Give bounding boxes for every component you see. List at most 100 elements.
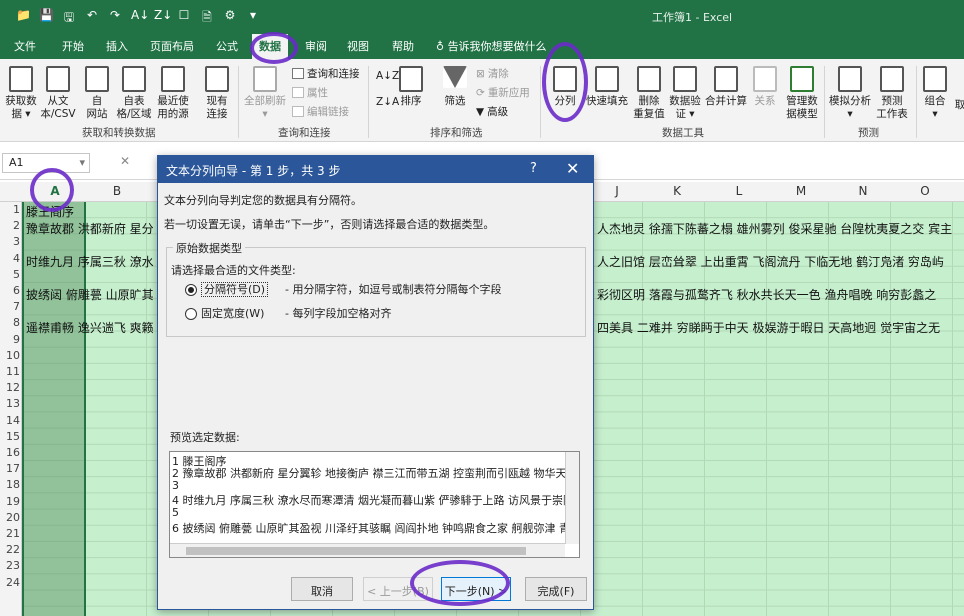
row-header[interactable]: 16 xyxy=(0,446,20,459)
settings-icon[interactable]: ⚙ xyxy=(223,8,237,29)
open-icon[interactable]: 📁 xyxy=(16,8,31,29)
row-header[interactable]: 10 xyxy=(0,349,20,362)
column-header-o[interactable]: O xyxy=(894,184,956,198)
queries-icon xyxy=(292,68,304,79)
column-header-m[interactable]: M xyxy=(770,184,832,198)
filter-button[interactable]: 筛选 xyxy=(442,66,468,108)
tab-insert[interactable]: 插入 xyxy=(106,38,128,54)
cell-row4-left[interactable]: 时维九月 序属三秋 潦水 xyxy=(26,253,154,270)
tab-view[interactable]: 视图 xyxy=(347,38,369,54)
column-header-i[interactable]: J xyxy=(586,184,648,198)
properties-button[interactable]: 属性 xyxy=(292,85,328,100)
row-header[interactable]: 21 xyxy=(0,527,20,540)
finish-button[interactable]: 完成(F) xyxy=(525,577,587,601)
forecast-sheet-button[interactable]: 预测 工作表 xyxy=(874,66,910,121)
cell-row2-right[interactable]: 人杰地灵 徐孺下陈蕃之榻 雄州雾列 俊采星驰 台隍枕夷夏之交 宾主 xyxy=(597,220,952,237)
preview-horizontal-scrollbar[interactable] xyxy=(170,543,565,557)
sort-za-button[interactable]: Z↓A xyxy=(376,96,399,108)
row-header[interactable]: 23 xyxy=(0,559,20,572)
row-header[interactable]: 24 xyxy=(0,576,20,589)
cancel-button[interactable]: 取消 xyxy=(291,577,353,601)
fixed-width-radio[interactable]: 固定宽度(W) xyxy=(185,305,264,321)
consolidate-button[interactable]: 合并计算 xyxy=(704,66,748,108)
tab-file[interactable]: 文件 xyxy=(14,38,36,54)
clear-button[interactable]: ⊠ 清除 xyxy=(476,66,509,81)
row-header[interactable]: 15 xyxy=(0,430,20,443)
recent-sources-button[interactable]: 最近使 用的源 xyxy=(156,66,190,121)
cancel-entry-icon[interactable]: ✕ xyxy=(120,154,130,168)
row-header[interactable]: 17 xyxy=(0,462,20,475)
close-icon[interactable]: ✕ xyxy=(566,159,579,178)
row-header[interactable]: 12 xyxy=(0,381,20,394)
sort-button[interactable]: 排序 xyxy=(398,66,424,108)
from-table-button[interactable]: 自表 格/区域 xyxy=(116,66,152,121)
sort-desc-icon[interactable]: Z↓ xyxy=(154,8,172,29)
row-header[interactable]: 20 xyxy=(0,511,20,524)
what-if-button[interactable]: 模拟分析 ▾ xyxy=(828,66,872,121)
get-data-button[interactable]: 获取数 据 ▾ xyxy=(4,66,38,121)
customize-qat-icon[interactable]: ▾ xyxy=(246,8,260,29)
row-header[interactable]: 1 xyxy=(0,203,20,216)
sort-az-button[interactable]: A↓Z xyxy=(376,70,399,82)
data-model-button[interactable]: 管理数 据模型 xyxy=(784,66,820,121)
tab-home[interactable]: 开始 xyxy=(62,38,84,54)
row-header[interactable]: 9 xyxy=(0,333,20,346)
delimited-radio[interactable]: 分隔符号(D) xyxy=(185,281,269,297)
advanced-button[interactable]: ▼ 高级 xyxy=(476,104,508,119)
scroll-thumb[interactable] xyxy=(186,547,526,555)
remove-duplicates-button[interactable]: 删除 重复值 xyxy=(632,66,666,121)
help-button[interactable]: ? xyxy=(530,161,537,176)
cell-row6-left[interactable]: 披绣闼 俯雕甍 山原旷其 xyxy=(26,286,154,303)
sort-asc-icon[interactable]: A↓ xyxy=(131,8,149,29)
row-header[interactable]: 4 xyxy=(0,252,20,265)
from-web-button[interactable]: 自 网站 xyxy=(82,66,112,121)
flash-fill-button[interactable]: 快速填充 xyxy=(585,66,629,108)
row-header[interactable]: 5 xyxy=(0,268,20,281)
undo-icon[interactable]: ↶ xyxy=(85,8,99,29)
row-header[interactable]: 11 xyxy=(0,365,20,378)
row-header[interactable]: 3 xyxy=(0,235,20,248)
row-header[interactable]: 6 xyxy=(0,284,20,297)
refresh-all-button[interactable]: 全部刷新 ▾ xyxy=(243,66,287,121)
row-header[interactable]: 2 xyxy=(0,219,20,232)
relationships-button[interactable]: 关系 xyxy=(752,66,778,108)
preview-line: 2 豫章故郡 洪都新府 星分翼轸 地接衡庐 襟三江而带五湖 控蛮荆而引瓯越 物华… xyxy=(172,467,578,480)
print-preview-icon[interactable]: 🗎 xyxy=(200,8,214,29)
touch-mode-icon[interactable]: ☐ xyxy=(177,8,191,29)
row-header[interactable]: 7 xyxy=(0,300,20,313)
column-header-b[interactable]: B xyxy=(86,184,148,198)
tell-me-search[interactable]: ♁ 告诉我你想要做什么 xyxy=(436,38,547,54)
row-header[interactable]: 13 xyxy=(0,397,20,410)
cell-row2-left[interactable]: 豫章故郡 洪都新府 星分 xyxy=(26,220,154,237)
ungroup-button[interactable]: 取 xyxy=(954,99,964,112)
existing-connections-button[interactable]: 现有 连接 xyxy=(204,66,230,121)
column-header-k[interactable]: K xyxy=(646,184,708,198)
row-header[interactable]: 14 xyxy=(0,414,20,427)
data-validation-button[interactable]: 数据验 证 ▾ xyxy=(668,66,702,121)
cell-row6-right[interactable]: 彩彻区明 落霞与孤鹜齐飞 秋水共长天一色 渔舟唱晚 响穷彭蠡之 xyxy=(597,286,936,303)
row-header[interactable]: 22 xyxy=(0,543,20,556)
cell-row8-right[interactable]: 四美具 二难并 穷睇眄于中天 极娱游于暇日 天高地迥 觉宇宙之无 xyxy=(597,319,940,336)
tab-review[interactable]: 审阅 xyxy=(305,38,327,54)
from-csv-button[interactable]: 从文 本/CSV xyxy=(40,66,76,121)
globe-icon xyxy=(85,66,109,92)
row-header[interactable]: 18 xyxy=(0,478,20,491)
cell-row4-right[interactable]: 人之旧馆 层峦耸翠 上出重霄 飞阁流丹 下临无地 鹤汀凫渚 穷岛屿 xyxy=(597,253,944,270)
tab-help[interactable]: 帮助 xyxy=(392,38,414,54)
redo-icon[interactable]: ↷ xyxy=(108,8,122,29)
column-header-l[interactable]: L xyxy=(708,184,770,198)
preview-vertical-scrollbar[interactable] xyxy=(565,452,579,544)
column-header-n[interactable]: N xyxy=(832,184,894,198)
row-header[interactable]: 19 xyxy=(0,495,20,508)
save-as-icon[interactable]: 🖫 xyxy=(62,8,76,29)
group-button[interactable]: 组合 ▾ xyxy=(922,66,948,121)
edit-links-button[interactable]: 编辑链接 xyxy=(292,104,349,119)
reapply-button[interactable]: ⟳ 重新应用 xyxy=(476,85,530,100)
row-header[interactable]: 8 xyxy=(0,316,20,329)
queries-connections-button[interactable]: 查询和连接 xyxy=(292,66,360,81)
save-icon[interactable]: 💾 xyxy=(39,8,54,29)
tab-formulas[interactable]: 公式 xyxy=(216,38,238,54)
tab-page-layout[interactable]: 页面布局 xyxy=(150,38,194,54)
data-preview[interactable]: 1 滕王阁序 2 豫章故郡 洪都新府 星分翼轸 地接衡庐 襟三江而带五湖 控蛮荆… xyxy=(169,451,580,558)
cell-row8-left[interactable]: 遥襟甫畅 逸兴遄飞 爽籁 xyxy=(26,319,154,336)
